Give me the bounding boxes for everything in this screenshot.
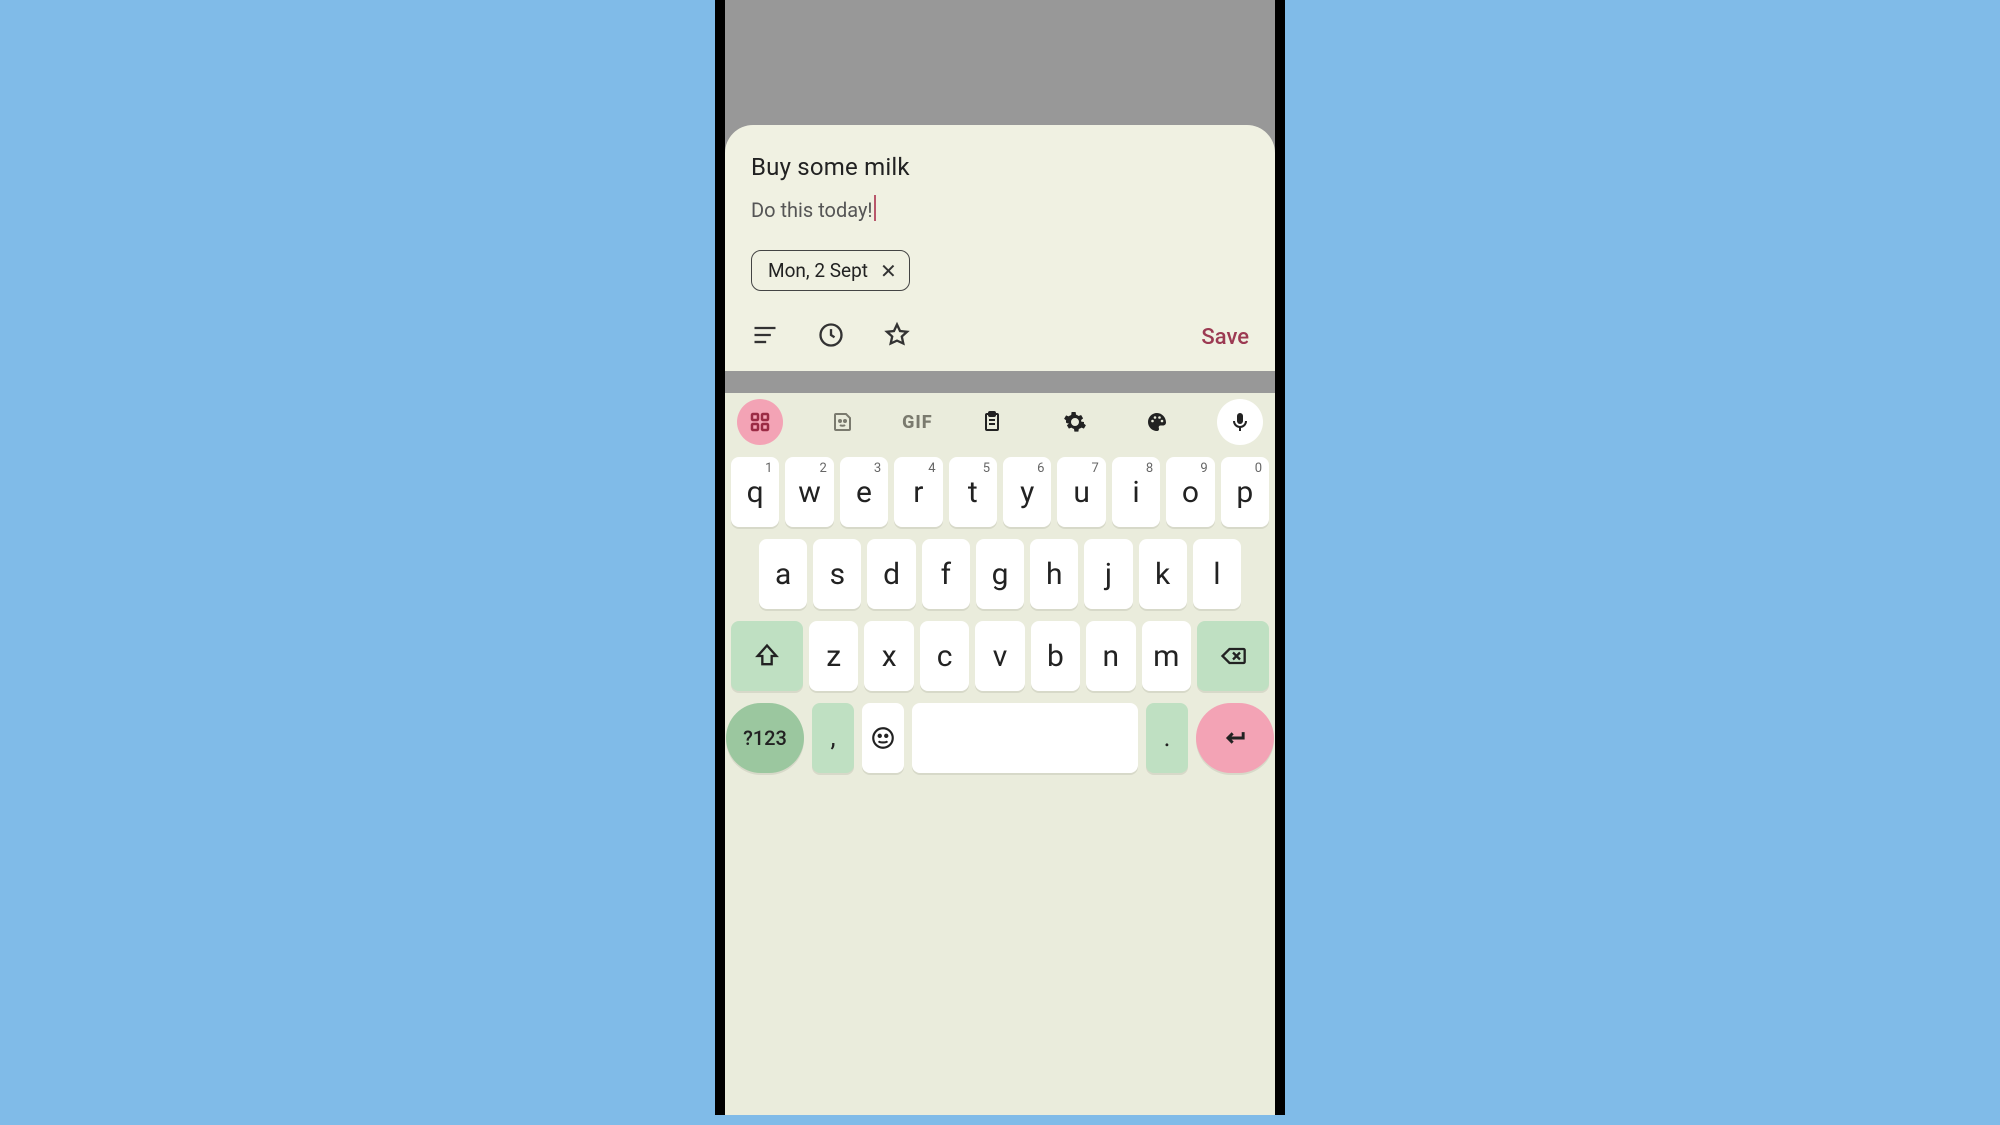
keyboard-toolbar: GIF (725, 393, 1275, 451)
key-h[interactable]: h (1030, 539, 1078, 609)
symbols-key[interactable]: ?123 (726, 703, 804, 773)
key-s[interactable]: s (813, 539, 861, 609)
notes-icon[interactable] (751, 321, 779, 353)
save-button[interactable]: Save (1201, 325, 1249, 350)
key-o[interactable]: o9 (1166, 457, 1214, 527)
key-a[interactable]: a (759, 539, 807, 609)
key-p[interactable]: p0 (1221, 457, 1269, 527)
task-note-text: Do this today! (751, 198, 873, 222)
key-b[interactable]: b (1031, 621, 1080, 691)
date-chip-label: Mon, 2 Sept (768, 259, 868, 282)
period-key[interactable]: . (1146, 703, 1188, 773)
key-y[interactable]: y6 (1003, 457, 1051, 527)
key-j[interactable]: j (1084, 539, 1132, 609)
phone-frame: Buy some milk Do this today! Mon, 2 Sept… (715, 0, 1285, 1115)
enter-key[interactable] (1196, 703, 1274, 773)
key-k[interactable]: k (1139, 539, 1187, 609)
close-icon[interactable]: ✕ (880, 261, 897, 281)
key-u[interactable]: u7 (1057, 457, 1105, 527)
toolbar-left (751, 321, 911, 353)
keyboard-rows: q1w2e3r4t5y6u7i8o9p0 asdfghjkl zxcvbnm ?… (725, 451, 1275, 1115)
keyboard: GIF q1w2e3r4t5y6u7i8o9p0 asdfghjkl (725, 393, 1275, 1115)
palette-icon[interactable] (1134, 399, 1180, 445)
clock-icon[interactable] (817, 321, 845, 353)
key-f[interactable]: f (922, 539, 970, 609)
task-editor-sheet: Buy some milk Do this today! Mon, 2 Sept… (725, 125, 1275, 371)
key-r[interactable]: r4 (894, 457, 942, 527)
task-title-input[interactable]: Buy some milk (751, 153, 1249, 181)
clipboard-icon[interactable] (969, 399, 1015, 445)
keyboard-row-2: asdfghjkl (731, 539, 1269, 609)
text-cursor (874, 195, 876, 221)
keyboard-row-3: zxcvbnm (731, 621, 1269, 691)
gif-button[interactable]: GIF (902, 412, 932, 433)
gear-icon[interactable] (1052, 399, 1098, 445)
keyboard-row-1: q1w2e3r4t5y6u7i8o9p0 (731, 457, 1269, 527)
key-d[interactable]: d (867, 539, 915, 609)
spacebar-key[interactable] (912, 703, 1138, 773)
emoji-key[interactable] (862, 703, 904, 773)
shift-key[interactable] (731, 621, 803, 691)
key-c[interactable]: c (920, 621, 969, 691)
key-m[interactable]: m (1142, 621, 1191, 691)
microphone-icon[interactable] (1217, 399, 1263, 445)
key-l[interactable]: l (1193, 539, 1241, 609)
key-e[interactable]: e3 (840, 457, 888, 527)
task-note-input[interactable]: Do this today! (751, 195, 876, 222)
key-q[interactable]: q1 (731, 457, 779, 527)
key-t[interactable]: t5 (949, 457, 997, 527)
keyboard-row-4: ?123 , . (731, 703, 1269, 773)
key-i[interactable]: i8 (1112, 457, 1160, 527)
key-g[interactable]: g (976, 539, 1024, 609)
screen: Buy some milk Do this today! Mon, 2 Sept… (725, 0, 1275, 1115)
star-icon[interactable] (883, 321, 911, 353)
key-n[interactable]: n (1086, 621, 1135, 691)
key-z[interactable]: z (809, 621, 858, 691)
key-x[interactable]: x (864, 621, 913, 691)
date-chip[interactable]: Mon, 2 Sept ✕ (751, 250, 910, 291)
backspace-key[interactable] (1197, 621, 1269, 691)
key-v[interactable]: v (975, 621, 1024, 691)
comma-key[interactable]: , (812, 703, 854, 773)
key-w[interactable]: w2 (785, 457, 833, 527)
apps-icon[interactable] (737, 399, 783, 445)
sticker-icon[interactable] (820, 399, 866, 445)
toolbar: Save (751, 321, 1249, 353)
